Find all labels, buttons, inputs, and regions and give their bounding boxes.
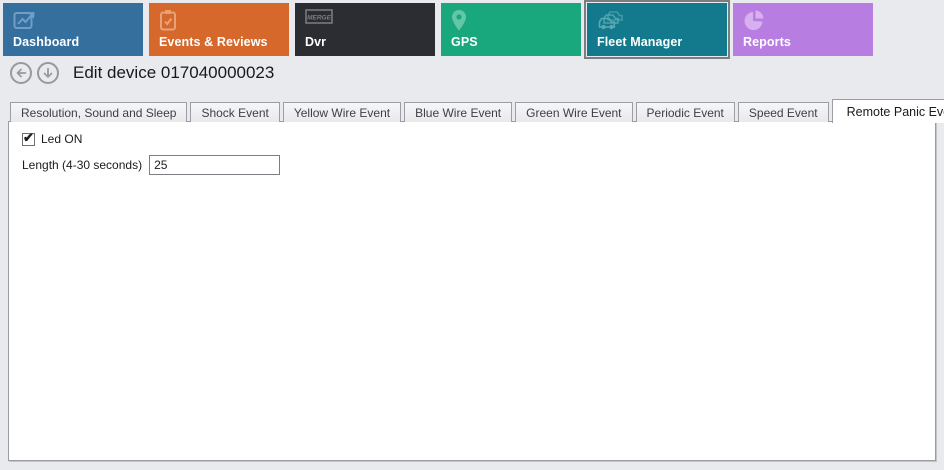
tab-shock-event[interactable]: Shock Event	[190, 102, 279, 122]
length-field-row: Length (4-30 seconds)	[22, 155, 927, 175]
arrow-down-icon	[41, 66, 55, 80]
tab-periodic-event[interactable]: Periodic Event	[636, 102, 735, 122]
nav-tile-gps[interactable]: GPS	[441, 3, 581, 56]
nav-tile-dashboard[interactable]: Dashboard	[3, 3, 143, 56]
back-button[interactable]	[10, 62, 32, 84]
tab-blue-wire-event[interactable]: Blue Wire Event	[404, 102, 512, 122]
led-on-checkbox[interactable]	[22, 133, 35, 146]
merge-logo-icon: MERGE	[305, 9, 333, 24]
nav-tile-label: GPS	[451, 35, 478, 49]
tab-remote-panic-event[interactable]: Remote Panic Event	[832, 99, 944, 123]
length-label: Length (4-30 seconds)	[22, 158, 142, 172]
nav-tile-events-reviews[interactable]: Events & Reviews	[149, 3, 289, 56]
nav-tile-label: Dashboard	[13, 35, 79, 49]
fleet-vehicles-icon	[597, 9, 625, 30]
nav-tile-label: Events & Reviews	[159, 35, 268, 49]
download-button[interactable]	[37, 62, 59, 84]
arrow-left-icon	[14, 66, 28, 80]
svg-text:MERGE: MERGE	[307, 15, 332, 22]
page-title: Edit device 017040000023	[73, 63, 274, 83]
nav-tile-dvr[interactable]: MERGE Dvr	[295, 3, 435, 56]
tab-resolution-sound-sleep[interactable]: Resolution, Sound and Sleep	[10, 102, 187, 122]
location-pin-icon	[451, 9, 467, 32]
top-nav: Dashboard Events & Reviews MERGE Dvr GPS	[3, 3, 873, 56]
clipboard-check-icon	[159, 9, 177, 32]
nav-tile-reports[interactable]: Reports	[733, 3, 873, 56]
led-on-label: Led ON	[41, 132, 82, 146]
pie-chart-icon	[743, 9, 766, 32]
nav-tile-label: Fleet Manager	[597, 35, 682, 49]
trend-chart-icon	[13, 9, 38, 32]
nav-tile-label: Reports	[743, 35, 791, 49]
device-settings-tabs: Resolution, Sound and Sleep Shock Event …	[10, 99, 944, 122]
nav-tile-label: Dvr	[305, 35, 326, 49]
nav-tile-fleet-manager[interactable]: Fleet Manager	[587, 3, 727, 56]
tab-green-wire-event[interactable]: Green Wire Event	[515, 102, 632, 122]
length-input[interactable]	[149, 155, 280, 175]
tab-yellow-wire-event[interactable]: Yellow Wire Event	[283, 102, 401, 122]
page-header: Edit device 017040000023	[10, 60, 274, 86]
tab-speed-event[interactable]: Speed Event	[738, 102, 829, 122]
tab-content-panel: Led ON Length (4-30 seconds)	[8, 121, 936, 461]
led-on-checkbox-row[interactable]: Led ON	[22, 132, 927, 146]
